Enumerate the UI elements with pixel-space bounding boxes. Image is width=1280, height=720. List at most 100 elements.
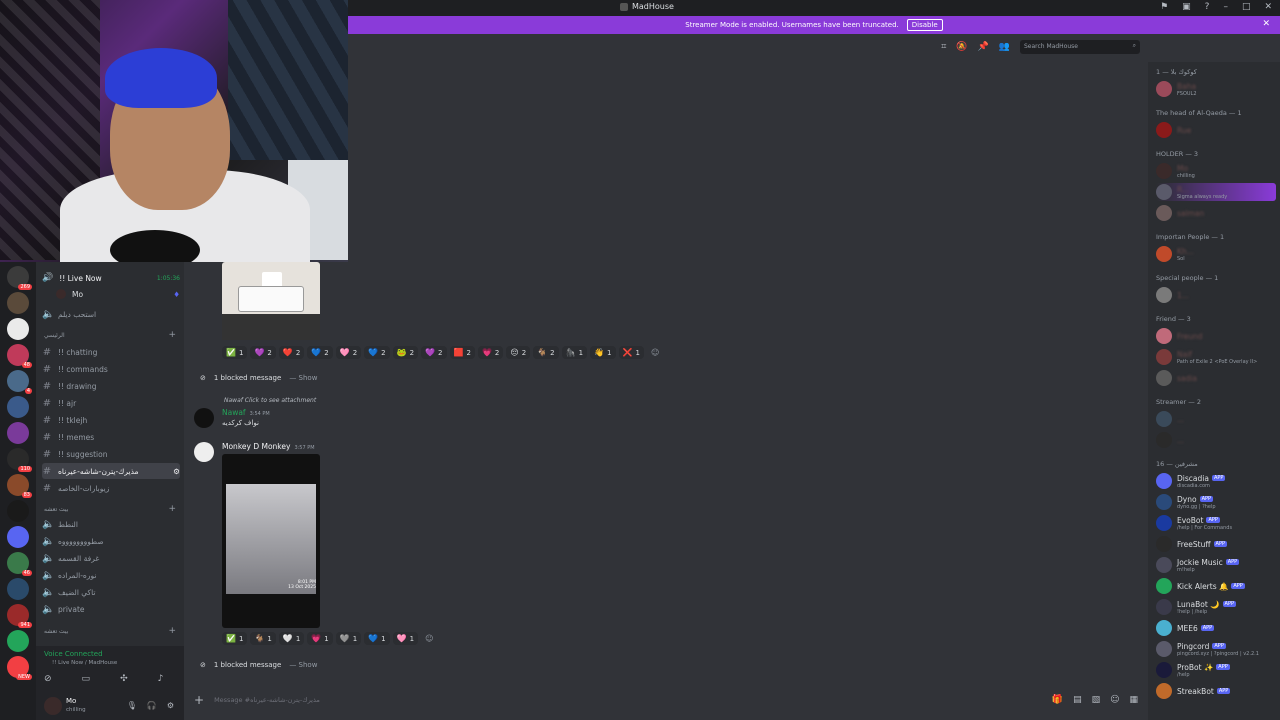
voice-user-mo[interactable]: Mo ♦ xyxy=(56,286,180,302)
server-icon[interactable]: 4 xyxy=(7,370,32,394)
server-icon[interactable]: 46 xyxy=(7,552,32,576)
search-input[interactable]: Search MadHouse ⌕ xyxy=(1020,40,1140,54)
avatar[interactable] xyxy=(194,408,214,428)
reaction-pill[interactable]: 🦍 1 xyxy=(561,346,588,359)
member-item[interactable]: Kick Alerts 🔔 APP xyxy=(1156,577,1276,595)
server-icon[interactable]: 941 xyxy=(7,604,32,628)
reaction-pill[interactable]: 🩶 1 xyxy=(335,632,362,645)
gear-icon[interactable]: ⚙ xyxy=(173,467,180,476)
server-icon[interactable]: 48 xyxy=(7,344,32,368)
voice-channel-item[interactable]: 🔈 النطط xyxy=(42,516,180,532)
reaction-pill[interactable]: 🐸 2 xyxy=(392,346,419,359)
member-item[interactable]: LunaBot 🌙 APP !help | /help xyxy=(1156,598,1276,616)
member-item[interactable]: sadia xyxy=(1156,369,1276,387)
apps-icon[interactable]: ▦ xyxy=(1129,695,1138,705)
member-item[interactable]: Dyno APP dyno.gg | ?help xyxy=(1156,493,1276,511)
reaction-pill[interactable]: 👋 1 xyxy=(590,346,616,359)
reaction-pill[interactable]: 💙 2 xyxy=(364,346,390,359)
member-item[interactable]: FreeStuff APP xyxy=(1156,535,1276,553)
voice-channel-item[interactable]: 🔈 private xyxy=(42,601,180,617)
reaction-pill[interactable]: ✅ 1 xyxy=(222,632,248,645)
reaction-pill[interactable]: 💜 2 xyxy=(250,346,276,359)
screen-share-icon[interactable]: ▭ xyxy=(82,674,91,684)
reaction-pill[interactable]: 💙 1 xyxy=(364,632,390,645)
mute-icon[interactable]: 🔕 xyxy=(956,42,967,52)
server-icon[interactable] xyxy=(7,526,29,548)
server-icon[interactable] xyxy=(7,500,29,522)
add-reaction-icon[interactable]: ☺ xyxy=(425,634,433,643)
member-list-icon[interactable]: 👥 xyxy=(999,42,1010,52)
inbox-icon[interactable]: ⚑ xyxy=(1160,2,1168,12)
member-item[interactable]: EvoBot APP/help | For Commands xyxy=(1156,514,1276,532)
live-now-channel[interactable]: 🔊 !! Live Now 1:05:36 xyxy=(42,270,180,286)
minimize-icon[interactable]: – xyxy=(1223,2,1228,12)
category-header[interactable]: بيت تعشه xyxy=(44,506,68,513)
show-blocked-link[interactable]: — Show xyxy=(289,374,317,382)
server-icon[interactable]: NEW xyxy=(7,656,32,680)
add-channel-icon[interactable]: + xyxy=(168,504,176,514)
server-icon[interactable]: 83 xyxy=(7,474,32,498)
message-author[interactable]: Nawaf 3:54 PM xyxy=(222,408,270,417)
maximize-icon[interactable]: □ xyxy=(1242,2,1251,12)
reaction-pill[interactable]: 💗 2 xyxy=(477,346,504,359)
server-icon[interactable] xyxy=(7,630,29,652)
channel-item[interactable]: # !! tklejh xyxy=(42,412,180,428)
camera-off-icon[interactable]: ⊘ xyxy=(44,674,52,684)
server-icon[interactable]: 269 xyxy=(7,266,32,290)
member-item[interactable]: R... Sigma always ready xyxy=(1156,183,1276,201)
reaction-pill[interactable]: ❌ 1 xyxy=(618,346,644,359)
member-item[interactable]: 1... xyxy=(1156,286,1276,304)
close-window-icon[interactable]: ✕ xyxy=(1264,2,1272,12)
add-attachment-icon[interactable]: + xyxy=(194,693,204,707)
member-item[interactable]: ... xyxy=(1156,431,1276,449)
channel-item[interactable]: # !! ajr xyxy=(42,395,180,411)
message-author[interactable]: Monkey D Monkey 3:57 PM xyxy=(222,442,315,451)
member-item[interactable]: ... xyxy=(1156,410,1276,428)
member-item[interactable]: salman xyxy=(1156,204,1276,222)
mic-icon[interactable]: 🎙 xyxy=(127,701,137,710)
coffee-image-attachment[interactable] xyxy=(222,262,320,340)
show-blocked-link[interactable]: — Show xyxy=(289,661,317,669)
threads-icon[interactable]: ⌗ xyxy=(941,42,946,52)
pin-icon[interactable]: 📌 xyxy=(978,42,989,52)
message-composer[interactable]: + Message #مذيرك-يترن-شاشه-عيرناه 🎁 ▤ ▧ … xyxy=(194,688,1138,712)
server-icon[interactable]: 110 xyxy=(7,448,32,472)
add-channel-icon[interactable]: + xyxy=(168,330,176,340)
category-header[interactable]: بيت تعشه xyxy=(44,628,68,635)
reaction-pill[interactable]: 🟥 2 xyxy=(449,346,475,359)
channel-item[interactable]: # زيوبارات-الخاصه xyxy=(42,480,180,496)
add-reaction-icon[interactable]: ☺ xyxy=(651,348,659,357)
video-attachment[interactable]: 8:01 PM 13 Oct 2025 xyxy=(222,454,320,628)
voice-channel-item[interactable]: 🔈 تاكي الضيف xyxy=(42,584,180,600)
reaction-pill[interactable]: ❤️ 2 xyxy=(278,346,305,359)
server-icon[interactable] xyxy=(7,422,29,444)
reaction-pill[interactable]: 🐐 1 xyxy=(250,632,276,645)
reaction-pill[interactable]: 🩷 2 xyxy=(335,346,362,359)
voice-connected-label[interactable]: Voice Connected xyxy=(44,650,103,658)
voice-channel-item[interactable]: 🔈 غرفة القسمه xyxy=(42,550,180,566)
reaction-pill[interactable]: 😔 2 xyxy=(506,346,531,359)
sticker-icon[interactable]: ▧ xyxy=(1092,695,1101,705)
channel-item[interactable]: # مذيرك-يترن-شاشه-عيرناه ⚙ xyxy=(42,463,180,479)
activities-icon[interactable]: ✣ xyxy=(120,674,128,684)
reaction-pill[interactable]: 💗 1 xyxy=(307,632,333,645)
category-header[interactable]: الرئيسي xyxy=(44,332,65,339)
gear-icon[interactable]: ⚙ xyxy=(167,701,174,710)
reaction-pill[interactable]: 🩷 1 xyxy=(392,632,419,645)
headphones-icon[interactable]: 🎧 xyxy=(147,701,157,710)
help-icon[interactable]: ? xyxy=(1205,2,1210,12)
voice-channel-room[interactable]: 🔈 استحب ديلم xyxy=(42,306,180,322)
member-item[interactable]: Baha FSOUL2 xyxy=(1156,80,1276,98)
member-item[interactable]: Mo chilling xyxy=(1156,162,1276,180)
member-item[interactable]: Pingcord APP pingcord.xyz | ?pingcord | v2… xyxy=(1156,640,1276,658)
channel-item[interactable]: # !! chatting xyxy=(42,344,180,360)
channel-item[interactable]: # !! commands xyxy=(42,361,180,377)
disable-button[interactable]: Disable xyxy=(906,19,943,31)
channel-item[interactable]: # !! suggestion xyxy=(42,446,180,462)
avatar[interactable] xyxy=(194,442,214,462)
gif-icon[interactable]: ▤ xyxy=(1073,695,1082,705)
emoji-icon[interactable]: ☺ xyxy=(1110,695,1119,705)
close-banner-icon[interactable]: ✕ xyxy=(1262,19,1270,29)
member-item[interactable]: Naif Path of Exile 2 <PoE Overlay II> xyxy=(1156,348,1276,366)
channel-item[interactable]: # !! drawing xyxy=(42,378,180,394)
